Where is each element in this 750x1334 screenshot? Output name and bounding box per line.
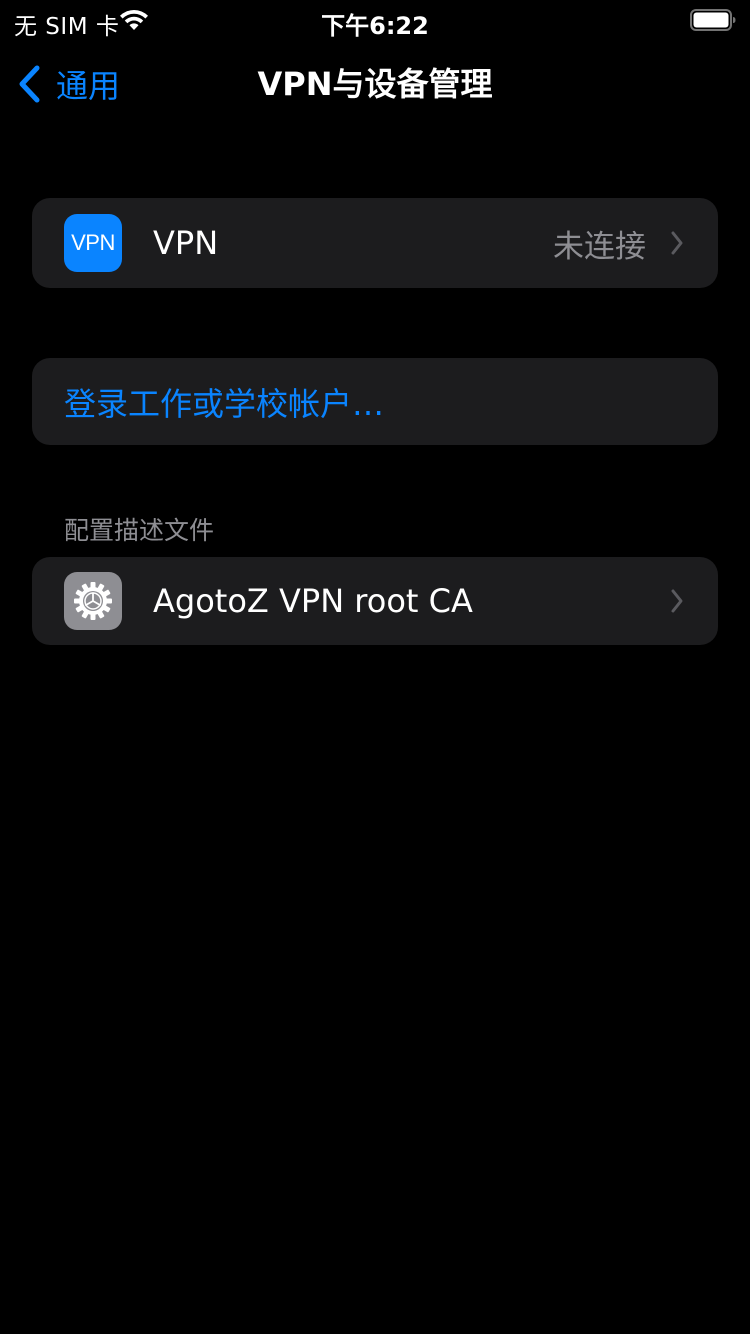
- chevron-right-icon: [671, 589, 683, 613]
- navigation-bar: 通用 VPN与设备管理: [0, 40, 750, 128]
- vpn-icon: VPN: [64, 214, 122, 272]
- clock: 下午6:22: [321, 12, 429, 40]
- page-title: VPN与设备管理: [257, 65, 493, 103]
- profile-label: AgotoZ VPN root CA: [153, 582, 473, 620]
- vpn-row[interactable]: VPN VPN 未连接: [32, 198, 718, 288]
- profiles-section-header: 配置描述文件: [64, 516, 215, 545]
- profile-row[interactable]: AgotoZ VPN root CA: [32, 557, 718, 645]
- gear-icon: [74, 582, 112, 620]
- sign-in-row[interactable]: 登录工作或学校帐户…: [32, 358, 718, 445]
- sign-in-group: 登录工作或学校帐户…: [32, 358, 718, 445]
- battery-icon: [690, 9, 736, 31]
- vpn-group: VPN VPN 未连接: [32, 198, 718, 288]
- status-bar: 无 SIM 卡 下午6:22: [0, 0, 750, 40]
- vpn-row-label: VPN: [153, 224, 219, 262]
- sign-in-link[interactable]: 登录工作或学校帐户…: [64, 379, 384, 425]
- vpn-status: 未连接: [553, 228, 646, 265]
- chevron-right-icon: [671, 231, 683, 255]
- settings-gear-icon: [64, 572, 122, 630]
- vpn-icon-text: VPN: [71, 230, 115, 255]
- profiles-group: AgotoZ VPN root CA: [32, 557, 718, 645]
